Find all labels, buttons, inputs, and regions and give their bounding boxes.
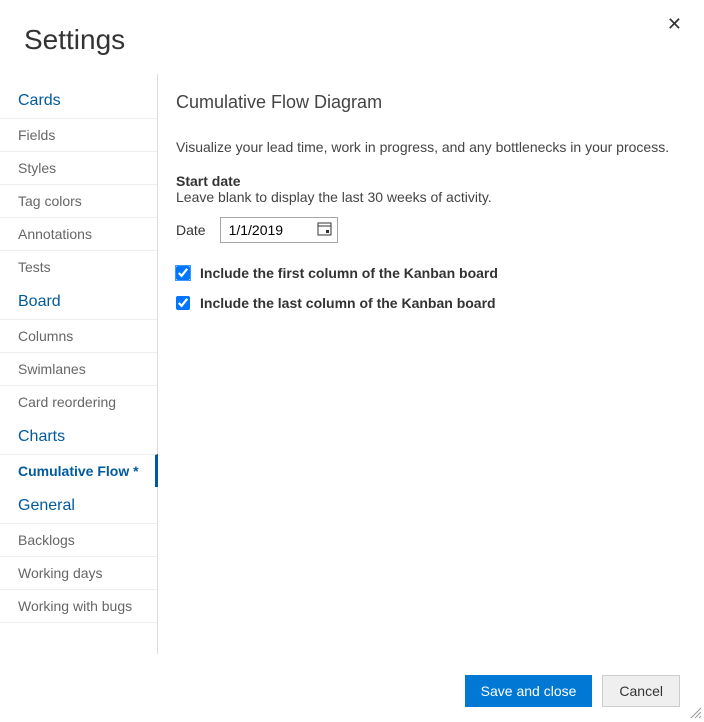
settings-sidebar: Cards Fields Styles Tag colors Annotatio… — [0, 74, 158, 654]
include-first-column-checkbox[interactable] — [176, 266, 190, 280]
dialog-footer: Save and close Cancel — [465, 675, 680, 707]
save-and-close-button[interactable]: Save and close — [465, 675, 593, 707]
sidebar-item-working-days[interactable]: Working days — [0, 556, 157, 589]
date-input-wrap — [220, 217, 338, 243]
checkbox-focus-ring — [176, 266, 190, 280]
include-last-column-checkbox[interactable] — [176, 296, 190, 310]
sidebar-item-annotations[interactable]: Annotations — [0, 217, 157, 250]
dialog-title: Settings — [0, 0, 704, 74]
include-last-column-label: Include the last column of the Kanban bo… — [200, 295, 496, 311]
sidebar-item-fields[interactable]: Fields — [0, 118, 157, 151]
settings-content: Cumulative Flow Diagram Visualize your l… — [158, 74, 704, 654]
sidebar-item-cumulative-flow[interactable]: Cumulative Flow * — [0, 454, 158, 487]
sidebar-section-cards: Cards — [0, 74, 157, 118]
sidebar-item-tests[interactable]: Tests — [0, 250, 157, 283]
panel-title: Cumulative Flow Diagram — [176, 92, 682, 113]
checkbox-row-last-column: Include the last column of the Kanban bo… — [176, 295, 682, 311]
sidebar-item-card-reordering[interactable]: Card reordering — [0, 385, 157, 418]
sidebar-section-general: General — [0, 487, 157, 523]
sidebar-section-charts: Charts — [0, 418, 157, 454]
sidebar-item-tag-colors[interactable]: Tag colors — [0, 184, 157, 217]
resize-grip-icon[interactable] — [688, 705, 702, 719]
start-date-hint: Leave blank to display the last 30 weeks… — [176, 189, 682, 205]
panel-description: Visualize your lead time, work in progre… — [176, 139, 682, 155]
checkbox-row-first-column: Include the first column of the Kanban b… — [176, 265, 682, 281]
sidebar-item-columns[interactable]: Columns — [0, 319, 157, 352]
sidebar-item-swimlanes[interactable]: Swimlanes — [0, 352, 157, 385]
sidebar-section-board: Board — [0, 283, 157, 319]
cancel-button[interactable]: Cancel — [602, 675, 680, 707]
sidebar-item-backlogs[interactable]: Backlogs — [0, 523, 157, 556]
close-icon[interactable]: ✕ — [667, 14, 682, 35]
dialog-body: Cards Fields Styles Tag colors Annotatio… — [0, 74, 704, 654]
start-date-input[interactable] — [220, 217, 338, 243]
include-first-column-label: Include the first column of the Kanban b… — [200, 265, 498, 281]
date-field-label: Date — [176, 222, 206, 238]
start-date-label: Start date — [176, 173, 682, 189]
sidebar-item-working-with-bugs[interactable]: Working with bugs — [0, 589, 157, 623]
sidebar-item-styles[interactable]: Styles — [0, 151, 157, 184]
date-row: Date — [176, 217, 682, 243]
settings-dialog: ✕ Settings Cards Fields Styles Tag color… — [0, 0, 704, 721]
